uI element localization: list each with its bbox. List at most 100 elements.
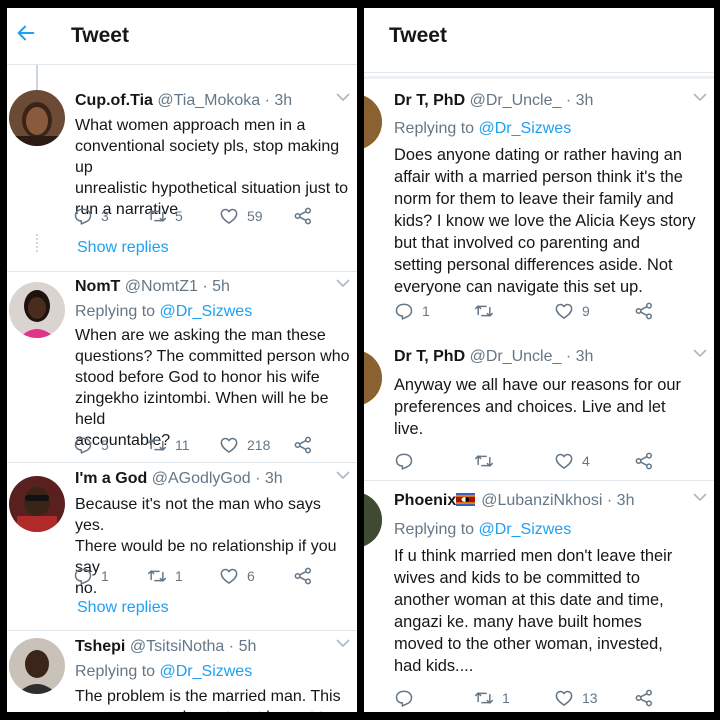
handle[interactable]: @Tia_Mokoka — [157, 92, 260, 109]
tweet[interactable]: Dr T, PhD @Dr_Uncle_ · 3h Anyway we all … — [364, 346, 714, 476]
share-icon — [293, 435, 313, 455]
avatar[interactable] — [9, 638, 65, 694]
timestamp[interactable]: 3h — [265, 470, 283, 487]
share-icon — [293, 566, 313, 586]
handle[interactable]: @Dr_Uncle_ — [470, 92, 562, 109]
eswatini-flag-icon — [456, 493, 476, 506]
tweet[interactable]: NomT @NomtZ1 · 5h Replying to @Dr_Sizwes… — [7, 276, 357, 456]
retweet-button[interactable]: 5 — [147, 205, 183, 227]
display-name[interactable]: Cup.of.Tia — [75, 92, 153, 109]
tweet[interactable]: Phoenix @LubanziNkhosi · 3h Replying to @… — [364, 490, 714, 710]
handle[interactable]: @TsitsiNotha — [130, 638, 225, 655]
reply-handle-link[interactable]: @Dr_Sizwes — [160, 303, 253, 320]
share-button[interactable] — [293, 434, 321, 456]
display-name[interactable]: Dr T, PhD — [394, 348, 465, 365]
tweet[interactable]: I'm a God @AGodlyGod · 3h Because it's n… — [7, 468, 357, 628]
separator: · — [606, 492, 613, 509]
reply-button[interactable]: 3 — [73, 205, 109, 227]
handle[interactable]: @AGodlyGod — [152, 470, 251, 487]
retweet-button[interactable]: 11 — [147, 434, 190, 456]
handle[interactable]: @LubanziNkhosi — [481, 492, 602, 509]
separator: · — [255, 470, 261, 487]
retweet-button[interactable] — [474, 300, 502, 322]
avatar[interactable] — [364, 94, 382, 150]
retweet-count: 11 — [175, 437, 190, 453]
chevron-down-icon[interactable] — [693, 492, 707, 502]
like-button[interactable]: 4 — [554, 450, 590, 472]
header: Tweet — [7, 8, 357, 65]
display-name[interactable]: NomT — [75, 278, 120, 295]
retweet-count: 5 — [175, 208, 183, 224]
chevron-down-icon[interactable] — [336, 470, 350, 480]
avatar[interactable] — [364, 350, 382, 406]
show-replies-link[interactable]: Show replies — [77, 599, 169, 617]
retweet-icon — [147, 206, 167, 226]
separator: · — [228, 638, 235, 655]
share-button[interactable] — [634, 450, 662, 472]
chevron-down-icon[interactable] — [693, 348, 707, 358]
like-button[interactable]: 59 — [219, 205, 263, 227]
share-button[interactable] — [634, 300, 662, 322]
avatar[interactable] — [9, 90, 65, 146]
reply-button[interactable]: 1 — [394, 300, 430, 322]
like-button[interactable]: 13 — [554, 687, 598, 709]
share-button[interactable] — [634, 687, 662, 709]
avatar[interactable] — [9, 476, 65, 532]
reply-icon — [394, 301, 414, 321]
reply-handle-link[interactable]: @Dr_Sizwes — [160, 663, 253, 680]
like-count: 218 — [247, 437, 271, 453]
reply-count: 5 — [101, 437, 109, 453]
tweet-text: Anyway we all have our reasons for our p… — [394, 376, 681, 438]
display-name[interactable]: Phoenix — [394, 492, 456, 509]
chevron-down-icon[interactable] — [336, 278, 350, 288]
replying-to-label: Replying to — [394, 120, 475, 137]
retweet-button[interactable]: 1 — [147, 565, 183, 587]
reply-count: 3 — [101, 208, 109, 224]
heart-icon — [554, 301, 574, 321]
display-name[interactable]: I'm a God — [75, 470, 147, 487]
reply-button[interactable]: 5 — [73, 434, 109, 456]
handle[interactable]: @Dr_Uncle_ — [470, 348, 562, 365]
share-button[interactable] — [293, 565, 321, 587]
like-button[interactable]: 6 — [219, 565, 255, 587]
heart-icon — [219, 435, 239, 455]
retweet-button[interactable]: 1 — [474, 687, 510, 709]
reply-button[interactable] — [394, 687, 422, 709]
tweet[interactable]: Dr T, PhD @Dr_Uncle_ · 3h Replying to @D… — [364, 90, 714, 340]
reply-handle-link[interactable]: @Dr_Sizwes — [479, 521, 572, 538]
divider — [364, 480, 714, 481]
tweet-actions: 5 11 218 — [73, 434, 343, 456]
chevron-down-icon[interactable] — [336, 92, 350, 102]
like-button[interactable]: 9 — [554, 300, 590, 322]
reply-button[interactable]: 1 — [73, 565, 109, 587]
retweet-button[interactable] — [474, 450, 502, 472]
handle[interactable]: @NomtZ1 — [125, 278, 198, 295]
avatar[interactable] — [9, 282, 65, 338]
reply-handle-link[interactable]: @Dr_Sizwes — [479, 120, 572, 137]
tweet-text: Does anyone dating or rather having an a… — [394, 146, 696, 296]
tweet[interactable]: Cup.of.Tia @Tia_Mokoka · 3h What women a… — [7, 90, 357, 266]
like-button[interactable]: 218 — [219, 434, 270, 456]
retweet-count: 1 — [502, 690, 510, 706]
display-name[interactable]: Dr T, PhD — [394, 92, 465, 109]
timestamp[interactable]: 3h — [576, 92, 594, 109]
reply-count: 1 — [101, 568, 109, 584]
show-replies-link[interactable]: Show replies — [77, 239, 169, 257]
chevron-down-icon[interactable] — [693, 92, 707, 102]
share-icon — [634, 688, 654, 708]
display-name[interactable]: Tshepi — [75, 638, 125, 655]
tweet[interactable]: Tshepi @TsitsiNotha · 5h Replying to @Dr… — [7, 636, 357, 712]
timestamp[interactable]: 3h — [274, 92, 292, 109]
share-button[interactable] — [293, 205, 321, 227]
replying-to: Replying to @Dr_Sizwes — [394, 519, 571, 540]
separator: · — [565, 92, 572, 109]
timestamp[interactable]: 5h — [239, 638, 257, 655]
timestamp[interactable]: 5h — [212, 278, 230, 295]
timestamp[interactable]: 3h — [576, 348, 594, 365]
chevron-down-icon[interactable] — [336, 638, 350, 648]
replying-to: Replying to @Dr_Sizwes — [394, 118, 571, 139]
avatar[interactable] — [364, 492, 382, 548]
back-arrow-icon[interactable] — [15, 22, 37, 44]
timestamp[interactable]: 3h — [617, 492, 635, 509]
reply-button[interactable] — [394, 450, 422, 472]
